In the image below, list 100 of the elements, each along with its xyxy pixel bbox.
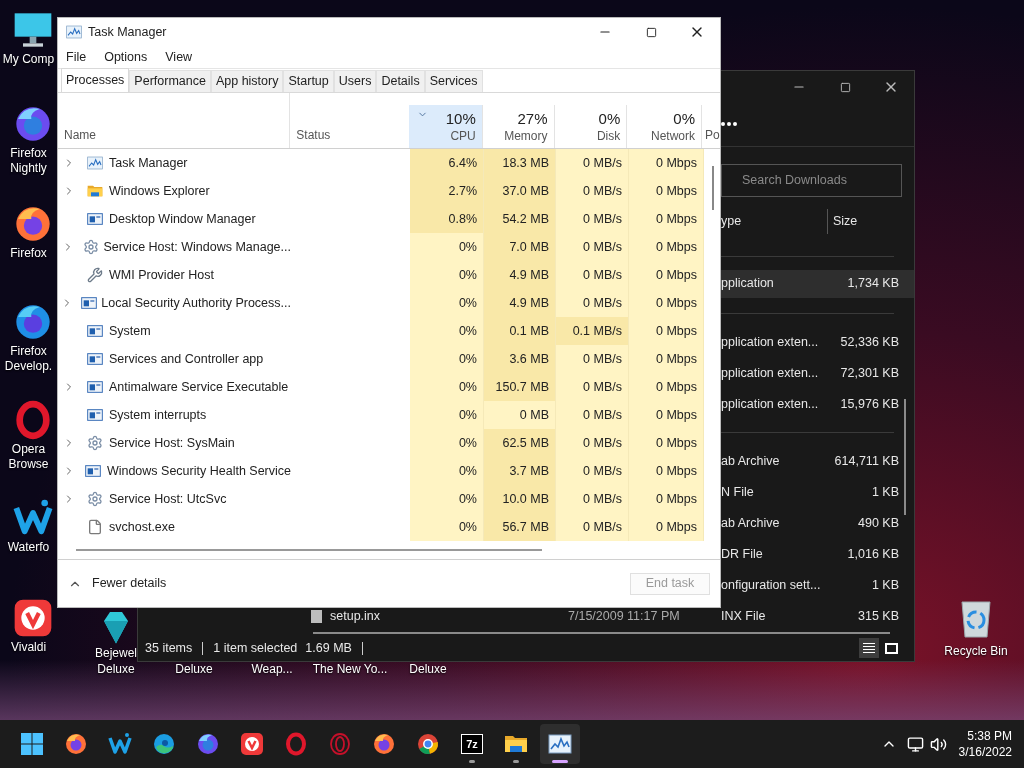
taskbar-button[interactable]: 7z [452,724,492,764]
desktop-icon-label[interactable]: Opera Browse [0,442,57,472]
file-name[interactable]: setup.inx [311,606,568,626]
gear-icon [86,491,103,507]
size-cell-text: 52,336 KB [839,333,899,351]
swirl-globe-icon [196,732,220,756]
usage-cell: 0 Mbps [629,233,704,261]
usage-cell: 0% [410,233,484,261]
desktop-icon-label[interactable]: The New Yo... [312,661,388,677]
usage-cell: 10.0 MB [484,485,556,513]
usage-cell: 7.0 MB [484,233,556,261]
desktop-icon-label[interactable]: Deluxe [409,661,447,677]
usage-cell: 0 MB/s [556,149,629,177]
recycle-bin-icon [958,598,994,638]
usage-cell: 0 MB/s [556,261,629,289]
desktop-icon-label[interactable]: Vivaldi [0,640,57,655]
process-name[interactable]: Desktop Window Manager [109,209,256,229]
chart-window-icon [548,732,572,756]
usage-cell: 0 MB/s [556,513,629,541]
swirl-globe-icon [372,732,396,756]
usage-cell: 0 Mbps [629,345,704,373]
size-cell-text: 614,711 KB [833,452,899,470]
process-name[interactable]: svchost.exe [109,517,175,537]
usage-cell: 0 MB/s [556,177,629,205]
swirl-globe-icon [64,732,88,756]
process-name[interactable]: System [109,321,151,341]
column-header[interactable]: Status [296,126,331,144]
usage-cell: 0% [410,317,484,345]
menu-item[interactable]: File [61,47,92,67]
column-header[interactable]: Size [828,211,858,231]
usage-cell: 3.6 MB [484,345,556,373]
process-name[interactable]: Local Security Authority Process... [101,293,291,313]
usage-cell: 150.7 MB [484,373,556,401]
scrollbar-thumb[interactable] [904,399,906,515]
process-name[interactable]: Task Manager [109,153,188,173]
desktop-icon-label[interactable]: Weap... [251,661,293,677]
type-cell-text: pplication exten... [721,364,820,382]
process-name[interactable]: Service Host: Windows Manage... [103,237,291,257]
fewer-details-button[interactable]: Fewer details [68,574,167,593]
running-indicator [513,760,519,763]
usage-cell: 0 MB/s [556,289,629,317]
usage-cell: 4.9 MB [484,289,556,317]
volume-icon[interactable] [929,735,947,753]
maximize-icon [839,81,851,93]
process-name[interactable]: Services and Controller app [109,349,264,369]
desktop-icon-label[interactable]: Firefox [0,246,57,261]
process-name[interactable]: System interrupts [109,405,207,425]
tab[interactable]: Performance [129,70,211,92]
usage-cell: 0% [410,457,484,485]
type-cell-text: onfiguration sett... [721,576,822,594]
ring-icon [328,732,352,756]
tab[interactable]: Processes [61,68,130,92]
process-name[interactable]: Windows Security Health Service [106,461,291,481]
desktop-icon-label[interactable]: Recycle Bin [944,642,1008,660]
gear-icon [86,435,103,451]
network-icon[interactable] [906,735,924,753]
usage-cell: 54.2 MB [484,205,556,233]
clock[interactable]: 5:38 PM 3/16/2022 [958,728,1012,760]
usage-cell: 0 MB/s [556,205,629,233]
usage-cell: 0 MB/s [556,233,629,261]
date-cell-text: 7/15/2009 11:17 PM [568,607,681,625]
v-mark-icon [12,598,53,638]
process-name[interactable]: Service Host: UtcSvc [109,489,227,509]
scrollbar-thumb[interactable] [76,549,542,551]
column-header[interactable]: 10% CPU [408,105,483,148]
size-cell-text: 315 KB [857,607,899,625]
type-cell-text: DR File [721,545,764,563]
menu-item[interactable]: Options [99,47,153,67]
tab[interactable]: Users [333,70,377,92]
usage-cell: 0 Mbps [629,149,704,177]
column-header[interactable]: Po [705,126,720,144]
details-view-button[interactable] [859,638,879,659]
size-cell-text: 15,976 KB [839,395,899,413]
tab[interactable]: Services [424,70,483,92]
usage-cell: 0.1 MB/s [556,317,629,345]
type-cell-text: INX File [721,607,767,625]
process-name[interactable]: Antimalware Service Executable [109,377,289,397]
process-name[interactable]: WMI Provider Host [109,265,214,285]
desktop-icon-label[interactable]: My Comp [0,52,57,67]
usage-cell: 0 MB/s [556,401,629,429]
menu-item[interactable]: View [160,47,198,67]
desktop-icon-label[interactable]: Waterfo [0,540,57,555]
search-field[interactable]: Search Downloads [721,163,902,197]
taskbar-button[interactable] [540,724,580,764]
tab[interactable]: App history [210,70,284,92]
usage-cell: 0.8% [410,205,484,233]
scrollbar-thumb[interactable] [712,166,714,210]
tab[interactable]: Details [376,70,425,92]
desktop-icon-label[interactable]: Bejewel Deluxe [91,645,141,677]
process-name[interactable]: Service Host: SysMain [109,433,235,453]
type-cell-text: N File [721,483,755,501]
tab[interactable]: Startup [283,70,334,92]
process-name[interactable]: Windows Explorer [109,181,210,201]
column-header[interactable]: Name [64,126,96,144]
usage-cell: 0 Mbps [629,373,704,401]
ring-icon [284,732,308,756]
usage-cell: 0% [410,485,484,513]
desktop-icon-label[interactable]: Firefox Develop. [0,344,57,374]
desktop-icon-label[interactable]: Deluxe [175,661,213,677]
desktop-icon-label[interactable]: Firefox Nightly [0,146,57,176]
